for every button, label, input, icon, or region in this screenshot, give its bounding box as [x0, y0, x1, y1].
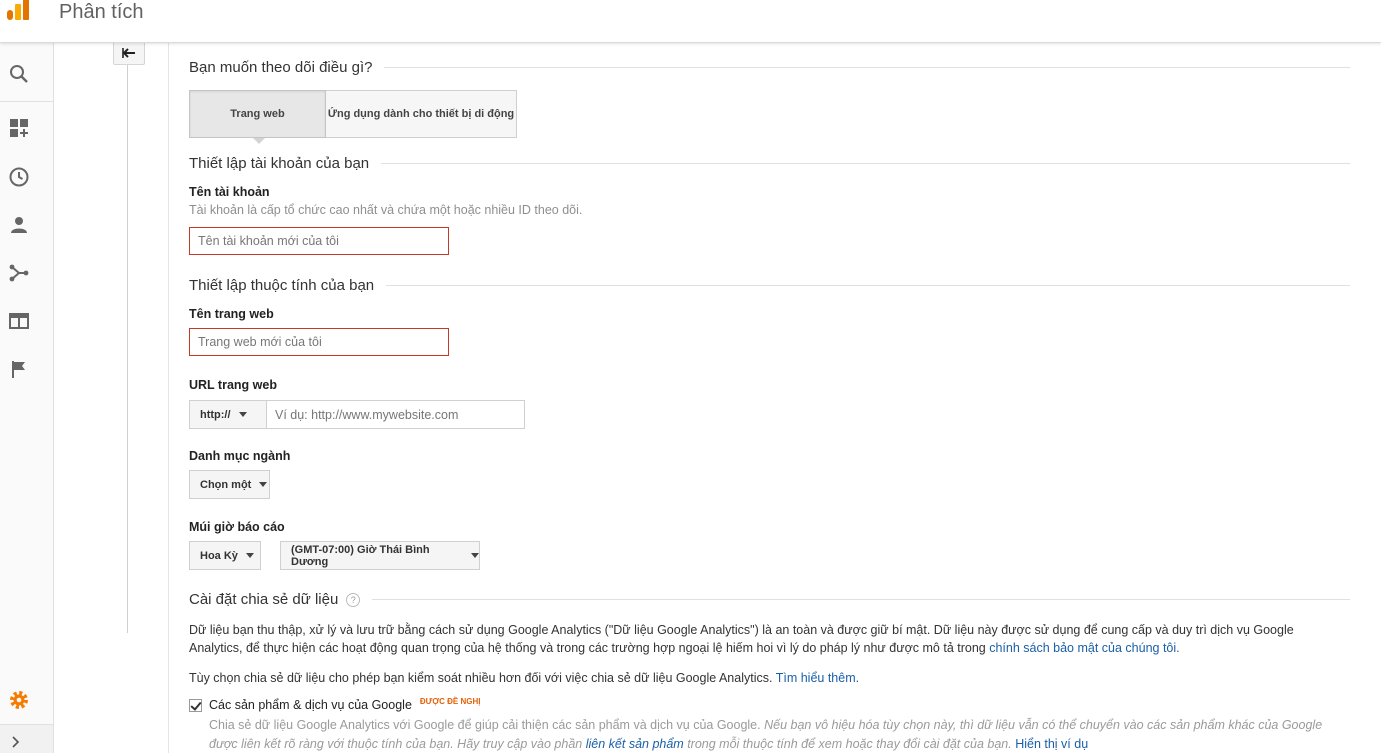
site-name-label: Tên trang web [189, 307, 274, 321]
site-name-input[interactable] [189, 328, 449, 356]
chevron-down-icon [238, 412, 247, 417]
learn-more-link[interactable]: Tìm hiểu thêm. [776, 671, 859, 685]
chevron-right-icon [12, 736, 20, 748]
timezone-country-dropdown[interactable]: Hoa Kỳ [189, 541, 261, 570]
timezone-dropdown[interactable]: (GMT-07:00) Giờ Thái Bình Dương [280, 541, 480, 570]
column-guide-line [127, 65, 128, 633]
app-title: Phân tích [59, 1, 144, 23]
gear-icon[interactable] [7, 688, 31, 712]
url-input[interactable] [266, 400, 525, 429]
product-linking-link[interactable]: liên kết sản phẩm [586, 737, 684, 751]
clock-icon[interactable] [7, 165, 31, 189]
account-name-help: Tài khoản là cấp tổ chức cao nhất và chứ… [189, 203, 583, 217]
top-bar: Phân tích [0, 0, 1381, 43]
search-icon[interactable] [7, 62, 31, 86]
industry-label: Danh mục ngành [189, 449, 291, 463]
account-name-label: Tên tài khoản [189, 185, 270, 199]
track-website-option[interactable]: Trang web [189, 90, 326, 138]
google-products-checkbox[interactable] [189, 698, 202, 712]
chevron-down-icon [471, 553, 479, 558]
track-type-toggle: Trang web Ứng dụng dành cho thiết bị di … [189, 90, 517, 138]
chevron-down-icon [259, 482, 268, 487]
dashboard-add-icon[interactable] [7, 116, 31, 140]
track-section-title: Bạn muốn theo dõi điều gì? [189, 59, 1350, 76]
expand-rail-button[interactable] [0, 724, 53, 753]
person-icon[interactable] [7, 213, 31, 237]
back-button[interactable] [113, 43, 145, 65]
sharing-description: Dữ liệu bạn thu thập, xử lý và lưu trữ b… [189, 623, 1294, 655]
create-account-form: Bạn muốn theo dõi điều gì? Trang web Ứng… [189, 43, 1351, 753]
help-icon[interactable]: ? [346, 592, 361, 607]
google-products-option: Các sản phẩm & dịch vụ của Google ĐƯỢC Đ… [189, 696, 481, 712]
flag-icon[interactable] [7, 357, 31, 381]
recommended-badge: ĐƯỢC ĐỀ NGHỊ [419, 696, 481, 706]
rail-divider [0, 101, 53, 102]
track-mobile-app-option[interactable]: Ứng dụng dành cho thiết bị di động [326, 90, 517, 138]
privacy-policy-link[interactable]: chính sách bảo mật của chúng tôi. [989, 641, 1179, 655]
industry-dropdown[interactable]: Chọn một [189, 470, 270, 499]
admin-column [54, 43, 169, 753]
sharing-options-intro: Tùy chọn chia sẻ dữ liệu cho phép bạn ki… [189, 671, 860, 685]
property-section-title: Thiết lập thuộc tính của bạn [189, 277, 1350, 294]
account-section-title: Thiết lập tài khoản của bạn [189, 155, 1350, 172]
show-example-link[interactable]: Hiển thị ví dụ [1015, 737, 1088, 751]
google-products-label: Các sản phẩm & dịch vụ của Google [209, 698, 412, 712]
analytics-logo-icon[interactable] [6, 0, 30, 24]
google-products-description: Chia sẻ dữ liệu Google Analytics với Goo… [209, 718, 1323, 751]
acquisition-icon[interactable] [7, 261, 31, 285]
behavior-icon[interactable] [7, 309, 31, 333]
selected-option-pointer [253, 138, 265, 144]
chevron-down-icon [245, 553, 254, 558]
back-arrow-icon [122, 48, 135, 58]
sharing-section-title: Cài đặt chia sẻ dữ liệu ? [189, 591, 1350, 608]
account-name-input[interactable] [189, 227, 449, 255]
timezone-label: Múi giờ báo cáo [189, 520, 285, 534]
url-protocol-dropdown[interactable]: http:// [189, 400, 267, 429]
url-label: URL trang web [189, 378, 277, 392]
left-nav-rail [0, 43, 54, 753]
